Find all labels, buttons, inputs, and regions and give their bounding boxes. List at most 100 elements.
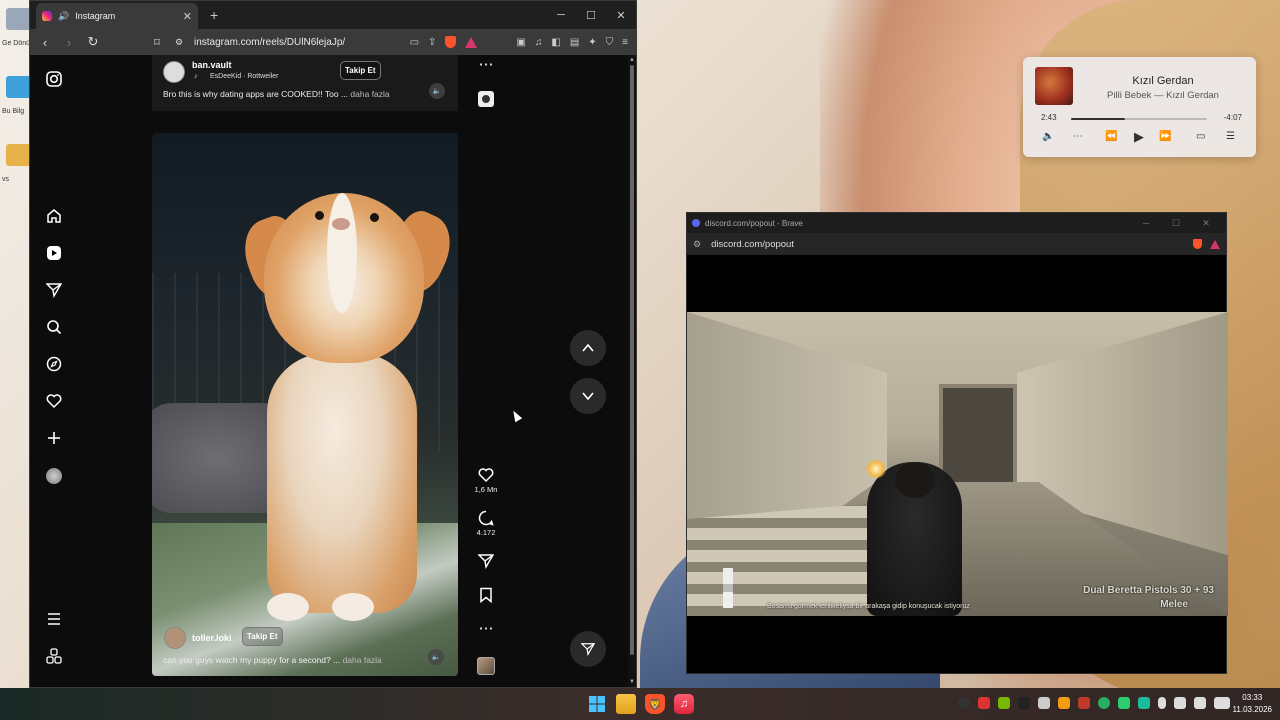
wallet-icon[interactable]: ▤ [570, 37, 579, 48]
album-art[interactable] [1035, 67, 1073, 105]
play-icon[interactable]: ▶ [1134, 129, 1144, 145]
tray-icon[interactable] [958, 697, 970, 709]
scrollbar[interactable]: ▲ ▼ [628, 55, 636, 687]
volume-icon[interactable] [1194, 697, 1206, 709]
next-reel-button[interactable] [570, 378, 606, 414]
tray-icon[interactable] [1138, 697, 1150, 709]
options-dots-icon[interactable]: ⋯ [470, 57, 502, 73]
minimize-button[interactable]: ─ [1131, 218, 1161, 229]
ai-icon[interactable]: ✦ [588, 37, 596, 48]
wifi-icon[interactable] [1174, 697, 1186, 709]
reel-username[interactable]: toller.loki [192, 633, 232, 643]
search-icon[interactable] [44, 317, 64, 337]
cast-icon[interactable]: ▭ [410, 37, 419, 48]
game-stream[interactable]: Bosan'u görmek tehlikeliysa bir arakaşa … [687, 312, 1228, 616]
sidebar-icon[interactable]: ◧ [551, 37, 560, 48]
share-icon[interactable]: ⇪ [428, 37, 436, 48]
tray-icon[interactable] [1098, 697, 1110, 709]
instagram-logo-icon[interactable] [44, 69, 64, 89]
tray-icon[interactable] [1078, 697, 1090, 709]
site-info-icon[interactable]: ⚙ [172, 37, 186, 48]
scrollbar-thumb[interactable] [630, 65, 634, 655]
maximize-button[interactable]: ☐ [576, 9, 606, 22]
more-link[interactable]: daha fazla [343, 655, 382, 665]
site-info-icon[interactable]: ⚙ [693, 239, 701, 250]
reel-audio[interactable]: EsDeeKid · Rottweiler [210, 73, 278, 80]
notifications-heart-icon[interactable] [44, 391, 64, 411]
messages-float-button[interactable] [570, 631, 606, 667]
share-send-icon[interactable] [478, 553, 494, 569]
fast-forward-icon[interactable]: ⏩ [1159, 131, 1171, 142]
leo-icon[interactable]: ▣ [516, 37, 525, 48]
bookmark-icon[interactable]: ⌑ [150, 36, 164, 49]
brave-rewards-icon[interactable] [1210, 239, 1220, 249]
queue-icon[interactable]: ☰ [1226, 131, 1235, 142]
maximize-button[interactable]: ☐ [1161, 218, 1191, 229]
profile-avatar[interactable] [44, 466, 64, 486]
follow-button[interactable]: Takip Et [340, 61, 381, 80]
microphone-icon[interactable] [1158, 697, 1166, 709]
messages-icon[interactable] [44, 280, 64, 300]
save-button[interactable] [470, 587, 502, 603]
brave-rewards-icon[interactable] [465, 36, 478, 48]
brave-browser-icon[interactable]: 🦁 [645, 694, 665, 714]
forward-icon[interactable]: › [62, 35, 76, 50]
mute-icon[interactable]: 🔈 [429, 83, 445, 99]
home-icon[interactable] [44, 206, 64, 226]
heart-icon[interactable] [478, 467, 494, 483]
close-tab-icon[interactable]: ✕ [183, 10, 192, 23]
progress-track[interactable] [1071, 118, 1207, 120]
file-explorer-icon[interactable] [616, 694, 636, 714]
apple-music-icon[interactable]: ♫ [674, 694, 694, 714]
rewind-icon[interactable]: ⏪ [1105, 131, 1117, 142]
previous-reel-button[interactable] [570, 330, 606, 366]
menu-icon[interactable]: ≡ [622, 37, 628, 48]
also-from-meta-icon[interactable] [44, 646, 64, 666]
more-options-icon[interactable]: ⋯ [470, 621, 502, 637]
audio-thumbnail[interactable] [477, 657, 495, 675]
brave-shields-icon[interactable] [445, 36, 457, 48]
reload-icon[interactable]: ↻ [86, 34, 100, 50]
tray-icon[interactable] [1038, 697, 1050, 709]
tray-icon[interactable] [1118, 697, 1130, 709]
tab-instagram[interactable]: 🔊 Instagram ✕ [36, 3, 198, 29]
volume-icon[interactable]: 🔈 [1042, 131, 1054, 142]
reel-video[interactable]: toller.loki Takip Et can you guys watch … [152, 133, 458, 676]
follow-button[interactable]: Takip Et [242, 627, 283, 646]
previous-reel[interactable]: ban.vault ♪ EsDeeKid · Rottweiler Takip … [152, 55, 458, 111]
share-button[interactable] [470, 553, 502, 569]
brave-shields-icon[interactable] [1193, 239, 1202, 249]
create-plus-icon[interactable] [44, 428, 64, 448]
url-field[interactable]: ⌑ ⚙ instagram.com/reels/DUlN6lejaJp/ [150, 36, 400, 49]
tray-icon[interactable] [978, 697, 990, 709]
comment-icon[interactable] [478, 510, 494, 526]
speaker-icon[interactable]: 🔊 [58, 11, 69, 22]
tray-icon[interactable] [1058, 697, 1070, 709]
lyrics-icon[interactable]: ▭ [1196, 131, 1205, 142]
reel-username[interactable]: ban.vault [192, 60, 232, 70]
discord-url[interactable]: discord.com/popout [711, 239, 794, 250]
avatar[interactable] [163, 61, 185, 83]
minimize-button[interactable]: ─ [546, 9, 576, 22]
battery-icon[interactable] [1214, 697, 1230, 709]
nvidia-icon[interactable] [998, 697, 1010, 709]
avatar[interactable] [164, 627, 186, 649]
reels-icon[interactable] [44, 243, 64, 263]
back-icon[interactable]: ‹ [38, 35, 52, 50]
previous-reel-audio-icon[interactable] [470, 91, 502, 107]
url-text[interactable]: instagram.com/reels/DUlN6lejaJp/ [194, 37, 345, 48]
scroll-up-icon[interactable]: ▲ [629, 57, 635, 63]
explore-icon[interactable] [44, 354, 64, 374]
more-menu-icon[interactable] [44, 609, 64, 629]
close-window-button[interactable]: ✕ [1191, 218, 1221, 229]
comment-button[interactable]: 4.172 [470, 510, 502, 537]
close-window-button[interactable]: ✕ [606, 9, 636, 22]
more-icon[interactable]: ⋯ [1073, 131, 1083, 142]
vpn-icon[interactable]: ⛉ [606, 37, 614, 48]
start-windows-icon[interactable] [587, 694, 607, 714]
mute-icon[interactable]: 🔈 [428, 649, 444, 665]
like-button[interactable]: 1,6 Mn [470, 467, 502, 494]
tray-icon[interactable] [1018, 697, 1030, 709]
new-tab-button[interactable]: + [210, 7, 218, 23]
taskbar-clock[interactable]: 03:33 11.03.2026 [1233, 692, 1272, 716]
